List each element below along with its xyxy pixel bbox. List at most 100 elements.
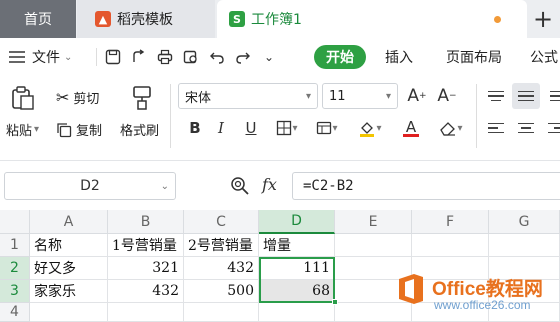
format-painter-icon[interactable] (128, 84, 156, 112)
column-header[interactable]: E (335, 210, 412, 234)
row-header[interactable]: 2 (0, 257, 30, 280)
align-bottom-icon[interactable] (546, 85, 560, 107)
docer-icon: ▲ (95, 11, 111, 27)
paste-icon[interactable] (8, 84, 38, 112)
align-center-icon[interactable] (514, 117, 538, 139)
tab-workbook[interactable]: S 工作簿1 (217, 0, 527, 38)
office-logo (396, 272, 426, 306)
print-icon[interactable] (156, 48, 174, 66)
align-left-icon[interactable] (484, 117, 508, 139)
watermark-title: Office教程网 (432, 279, 543, 300)
copy-icon (57, 122, 72, 137)
cell-c1[interactable]: 2号营销量 (184, 234, 259, 257)
font-size-value: 11 (329, 88, 346, 104)
copy-button[interactable]: 复制 (56, 120, 102, 139)
cell-a2[interactable]: 好又多 (30, 257, 108, 280)
cell-b4[interactable] (108, 303, 184, 322)
row-header[interactable]: 3 (0, 280, 30, 303)
format-painter-button[interactable]: 格式刷 (120, 120, 159, 139)
select-all-corner[interactable] (0, 210, 30, 234)
cell-d1[interactable]: 增量 (259, 234, 335, 257)
redo-icon[interactable] (234, 48, 252, 66)
new-tab-button[interactable]: + (528, 4, 558, 34)
column-header[interactable]: A (30, 210, 108, 234)
tab-start[interactable]: 开始 (314, 45, 366, 69)
cell-d4[interactable] (259, 303, 335, 322)
tab-template[interactable]: ▲ 稻壳模板 (77, 0, 215, 38)
tab-formula[interactable]: 公式 (530, 46, 558, 68)
cell-f1[interactable] (412, 234, 489, 257)
tab-page-layout[interactable]: 页面布局 (446, 46, 502, 68)
save-icon[interactable] (104, 48, 122, 66)
undo-icon[interactable] (208, 48, 226, 66)
watermark-url: www.office26.com (434, 298, 531, 312)
preview-icon[interactable] (182, 48, 200, 66)
zoom-icon[interactable] (230, 176, 250, 196)
export-icon[interactable] (130, 48, 148, 66)
shrink-font-icon[interactable]: A − (436, 85, 458, 107)
chevron-down-icon: ▾ (305, 90, 311, 102)
divider (96, 48, 97, 66)
font-name-select[interactable]: 宋体 ▾ (178, 83, 318, 109)
row-header[interactable]: 1 (0, 234, 30, 257)
font-color-icon[interactable]: A (396, 117, 426, 139)
tab-workbook-label: 工作簿1 (251, 12, 302, 28)
align-middle-icon[interactable] (512, 83, 540, 109)
chevron-down-icon: ⌄ (160, 180, 169, 192)
fill-handle[interactable] (332, 299, 338, 305)
eraser-icon[interactable]: ▾ (436, 117, 466, 139)
spreadsheet-icon: S (229, 11, 245, 27)
more-icon[interactable]: ⌄ (260, 48, 278, 66)
cell-b1[interactable]: 1号营销量 (108, 234, 184, 257)
underline-icon[interactable]: U (240, 117, 262, 139)
cell-e1[interactable] (335, 234, 412, 257)
insert-function-button[interactable]: fx (262, 175, 277, 194)
chevron-down-icon: ▾ (385, 90, 391, 102)
paste-button[interactable]: 粘贴 ▾ (6, 120, 39, 139)
cell-b3[interactable]: 432 (108, 280, 184, 303)
grow-font-icon[interactable]: A + (406, 85, 428, 107)
column-header[interactable]: C (184, 210, 259, 234)
cell-c3[interactable]: 500 (184, 280, 259, 303)
copy-label: 复制 (76, 124, 103, 139)
formula-input[interactable]: =C2-B2 (292, 172, 560, 200)
fill-color-icon[interactable]: ▾ (354, 117, 386, 139)
tab-insert[interactable]: 插入 (385, 46, 413, 68)
cell-b2[interactable]: 321 (108, 257, 184, 280)
cut-button[interactable]: ✂ 剪切 (56, 88, 99, 107)
align-right-icon[interactable] (544, 117, 560, 139)
menu-button[interactable] (8, 46, 26, 68)
bold-icon[interactable]: B (184, 117, 206, 139)
font-size-select[interactable]: 11 ▾ (322, 83, 398, 109)
cell-a3[interactable]: 家家乐 (30, 280, 108, 303)
border-icon[interactable]: ▾ (272, 117, 302, 139)
cut-icon: ✂ (56, 88, 70, 107)
chevron-down-icon: ▾ (34, 124, 40, 135)
cell-reference: D2 (80, 178, 100, 194)
cell-c2[interactable]: 432 (184, 257, 259, 280)
cell-a4[interactable] (30, 303, 108, 322)
cell-c4[interactable] (184, 303, 259, 322)
cell-d3[interactable]: 68 (259, 280, 335, 303)
cell-g1[interactable] (489, 234, 560, 257)
unsaved-indicator (494, 16, 501, 23)
quick-access-toolbar: ⌄ (104, 46, 278, 68)
tab-home[interactable]: 首页 (0, 0, 76, 38)
italic-icon[interactable]: I (210, 117, 232, 139)
column-header[interactable]: B (108, 210, 184, 234)
column-header[interactable]: F (412, 210, 489, 234)
name-box[interactable]: D2 ⌄ (4, 172, 176, 200)
tab-template-label: 稻壳模板 (117, 12, 173, 28)
align-top-icon[interactable] (484, 85, 508, 107)
cell-a1[interactable]: 名称 (30, 234, 108, 257)
column-header[interactable]: G (489, 210, 560, 234)
cell-d2[interactable]: 111 (259, 257, 335, 280)
column-header[interactable]: D (259, 210, 335, 234)
file-menu[interactable]: 文件 ⌄ (32, 46, 72, 68)
paste-label: 粘贴 (6, 124, 33, 139)
divider (170, 84, 171, 148)
cell-style-icon[interactable]: ▾ (312, 117, 342, 139)
row-header[interactable]: 4 (0, 303, 30, 322)
font-name-value: 宋体 (185, 90, 212, 106)
divider (476, 84, 477, 148)
